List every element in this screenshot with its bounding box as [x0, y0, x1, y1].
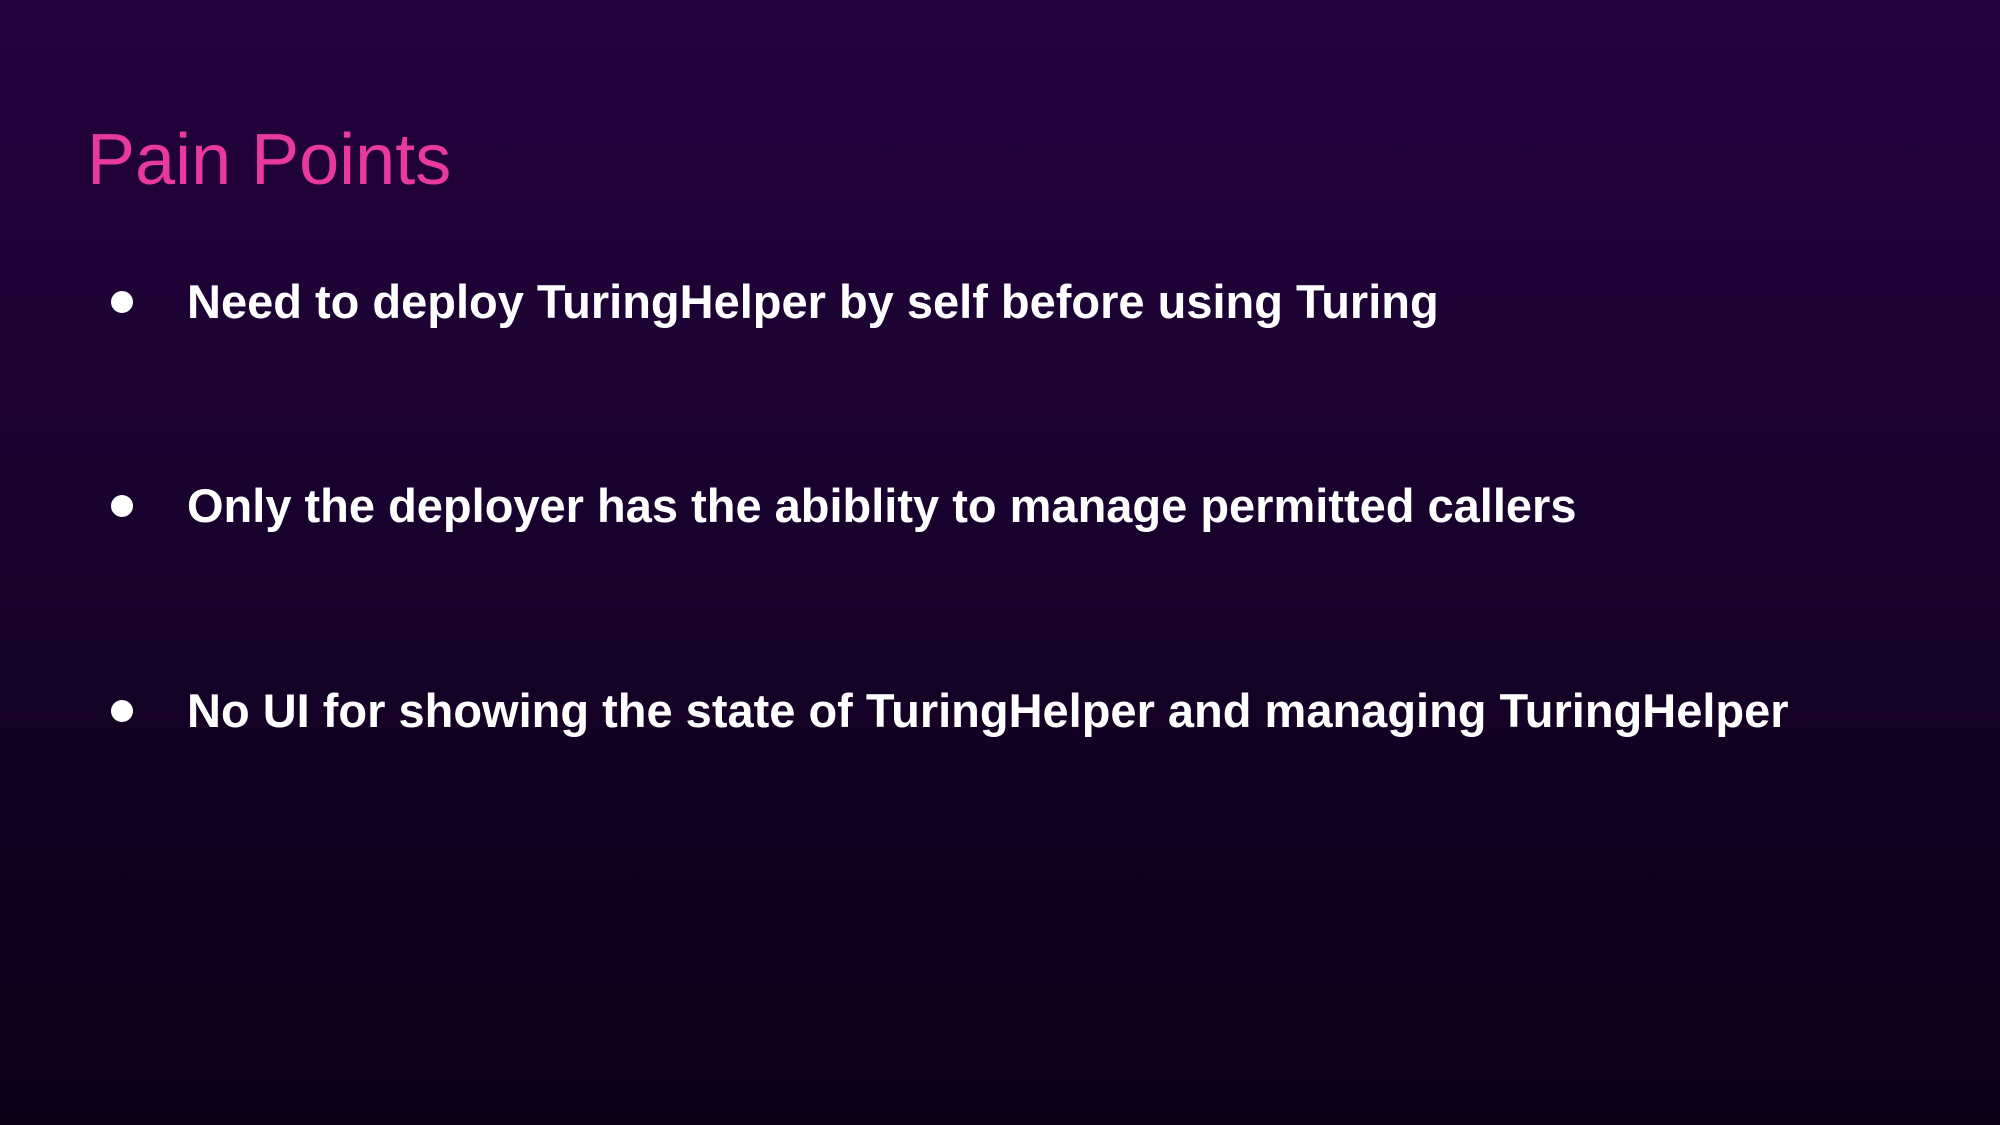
bullet-dot-icon [111, 291, 133, 313]
bullet-text: No UI for showing the state of TuringHel… [187, 684, 1789, 737]
bullet-text: Need to deploy TuringHelper by self befo… [187, 275, 1439, 328]
slide-title: Pain Points [87, 120, 452, 200]
bullet-text: Only the deployer has the abiblity to ma… [187, 479, 1577, 532]
bullet-item: Only the deployer has the abiblity to ma… [0, 471, 1900, 541]
bullet-dot-icon [111, 495, 133, 517]
bullet-item: No UI for showing the state of TuringHel… [0, 676, 1900, 746]
bullet-item: Need to deploy TuringHelper by self befo… [0, 267, 1900, 337]
bullet-dot-icon [111, 700, 133, 722]
slide: Pain Points Need to deploy TuringHelper … [0, 0, 2000, 1125]
